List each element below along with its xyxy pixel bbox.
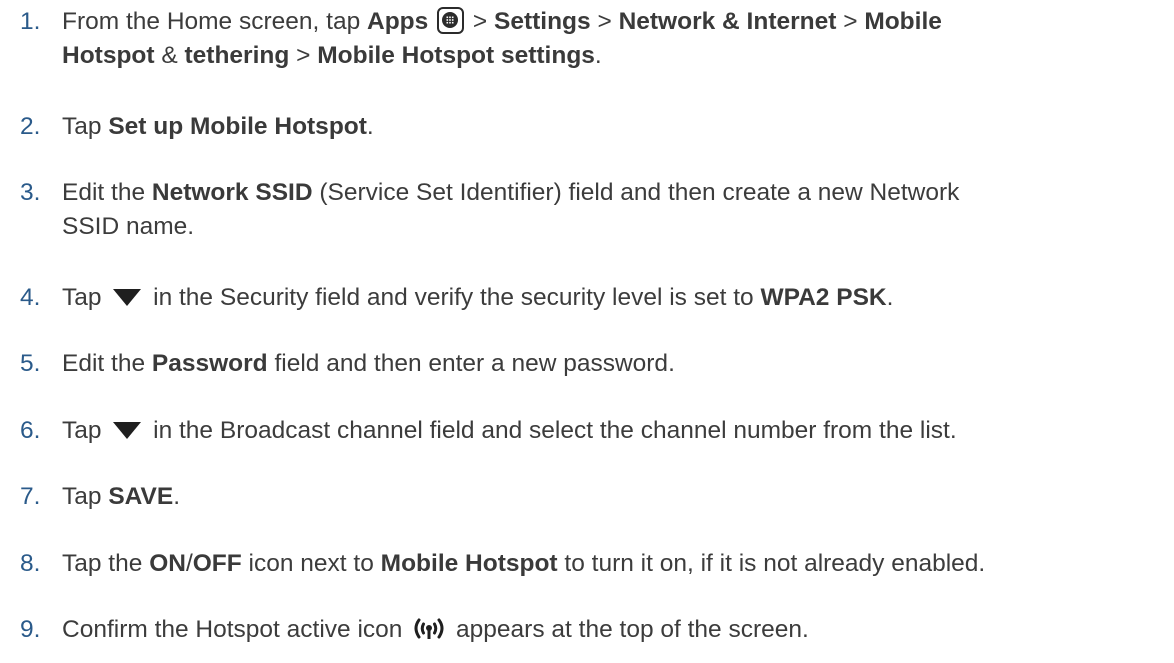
step-text: Tap the ON/OFF icon next to Mobile Hotsp… [62, 550, 986, 577]
step-number: 1. [20, 8, 41, 35]
hotspot-active-icon [414, 618, 444, 639]
apps-icon [437, 7, 465, 34]
step-text: Tap Set up Mobile Hotspot. [62, 113, 374, 140]
dropdown-triangle-icon [113, 422, 142, 439]
step-text: Edit the Network SSID (Service Set Ident… [62, 179, 960, 240]
step-text: Tap in the Broadcast channel field and s… [62, 417, 957, 444]
step-number: 3. [20, 179, 41, 206]
step-text: Tap SAVE. [62, 483, 181, 510]
step-number: 7. [20, 483, 41, 510]
dropdown-triangle-icon [113, 289, 142, 306]
step-number: 4. [20, 284, 41, 311]
step-text: Edit the Password field and then enter a… [62, 350, 675, 377]
step-number: 6. [20, 417, 41, 444]
step-text: Tap in the Security field and verify the… [62, 284, 894, 311]
step-text: Confirm the Hotspot active icon appears … [62, 616, 809, 643]
step-number: 8. [20, 550, 41, 577]
step-number: 9. [20, 616, 41, 643]
step-number: 5. [20, 350, 41, 377]
step-text: From the Home screen, tap Apps > Setting… [62, 7, 942, 69]
step-number: 2. [20, 113, 41, 140]
